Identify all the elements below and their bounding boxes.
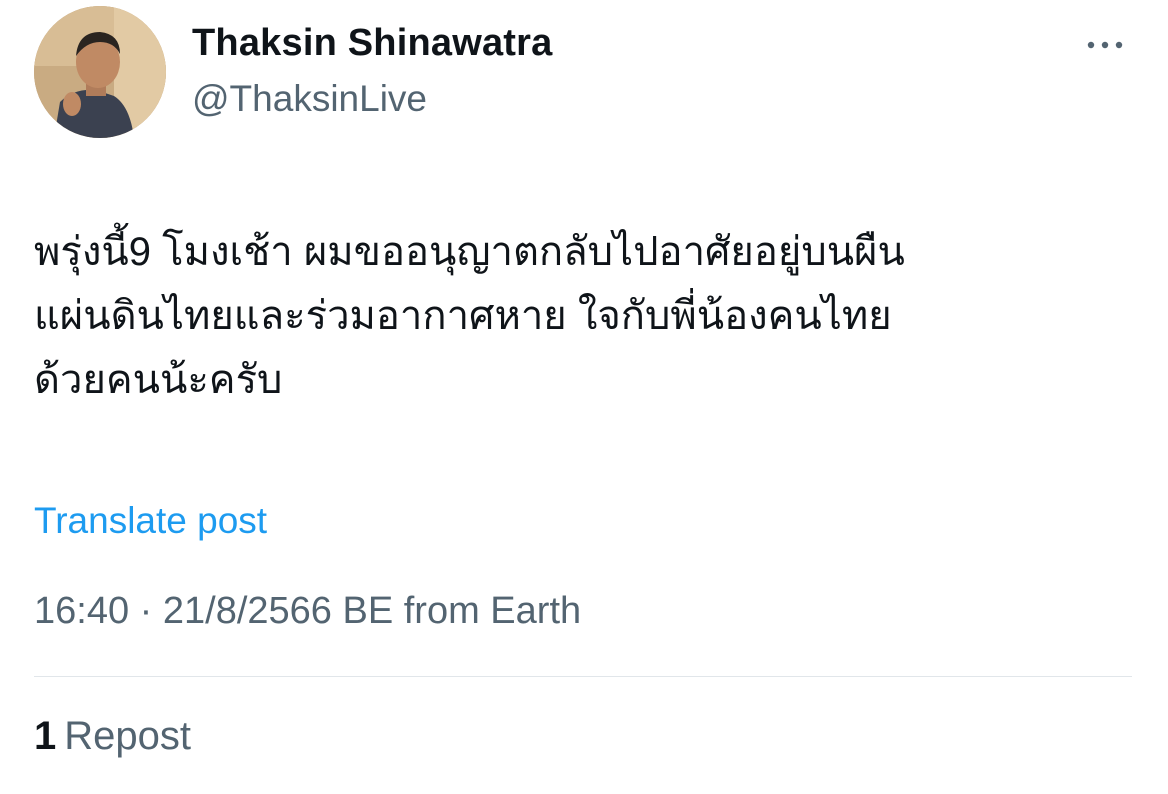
more-horizontal-icon[interactable]: [1082, 30, 1128, 60]
post-metadata: 16:40 · 21/8/2566 BE from Earth: [34, 590, 581, 633]
avatar[interactable]: [34, 6, 166, 138]
post-text: พรุ่งนี้9 โมงเช้า ผมขออนุญาตกลับไปอาศัยอ…: [34, 220, 1134, 412]
post-date[interactable]: 21/8/2566 BE: [163, 590, 393, 632]
post-time[interactable]: 16:40: [34, 590, 129, 632]
author-handle[interactable]: @ThaksinLive: [192, 78, 427, 120]
translate-post-link[interactable]: Translate post: [34, 500, 267, 542]
post-text-line: ด้วยคนน้ะครับ: [34, 358, 283, 402]
meta-separator: ·: [139, 590, 153, 632]
repost-stat-link[interactable]: 1 Repost: [34, 714, 191, 759]
post-source: from Earth: [403, 590, 582, 632]
avatar-image: [34, 6, 166, 138]
divider: [34, 676, 1132, 677]
repost-label: Repost: [64, 714, 191, 758]
repost-count: 1: [34, 714, 57, 758]
post-text-line: แผ่นดินไทยและร่วมอากาศหาย ใจกับพี่น้องคน…: [34, 294, 892, 338]
post-card: Thaksin Shinawatra @ThaksinLive พรุ่งนี้…: [0, 0, 1168, 794]
post-text-line: พรุ่งนี้9 โมงเช้า ผมขออนุญาตกลับไปอาศัยอ…: [34, 230, 905, 274]
author-display-name[interactable]: Thaksin Shinawatra: [192, 22, 552, 65]
